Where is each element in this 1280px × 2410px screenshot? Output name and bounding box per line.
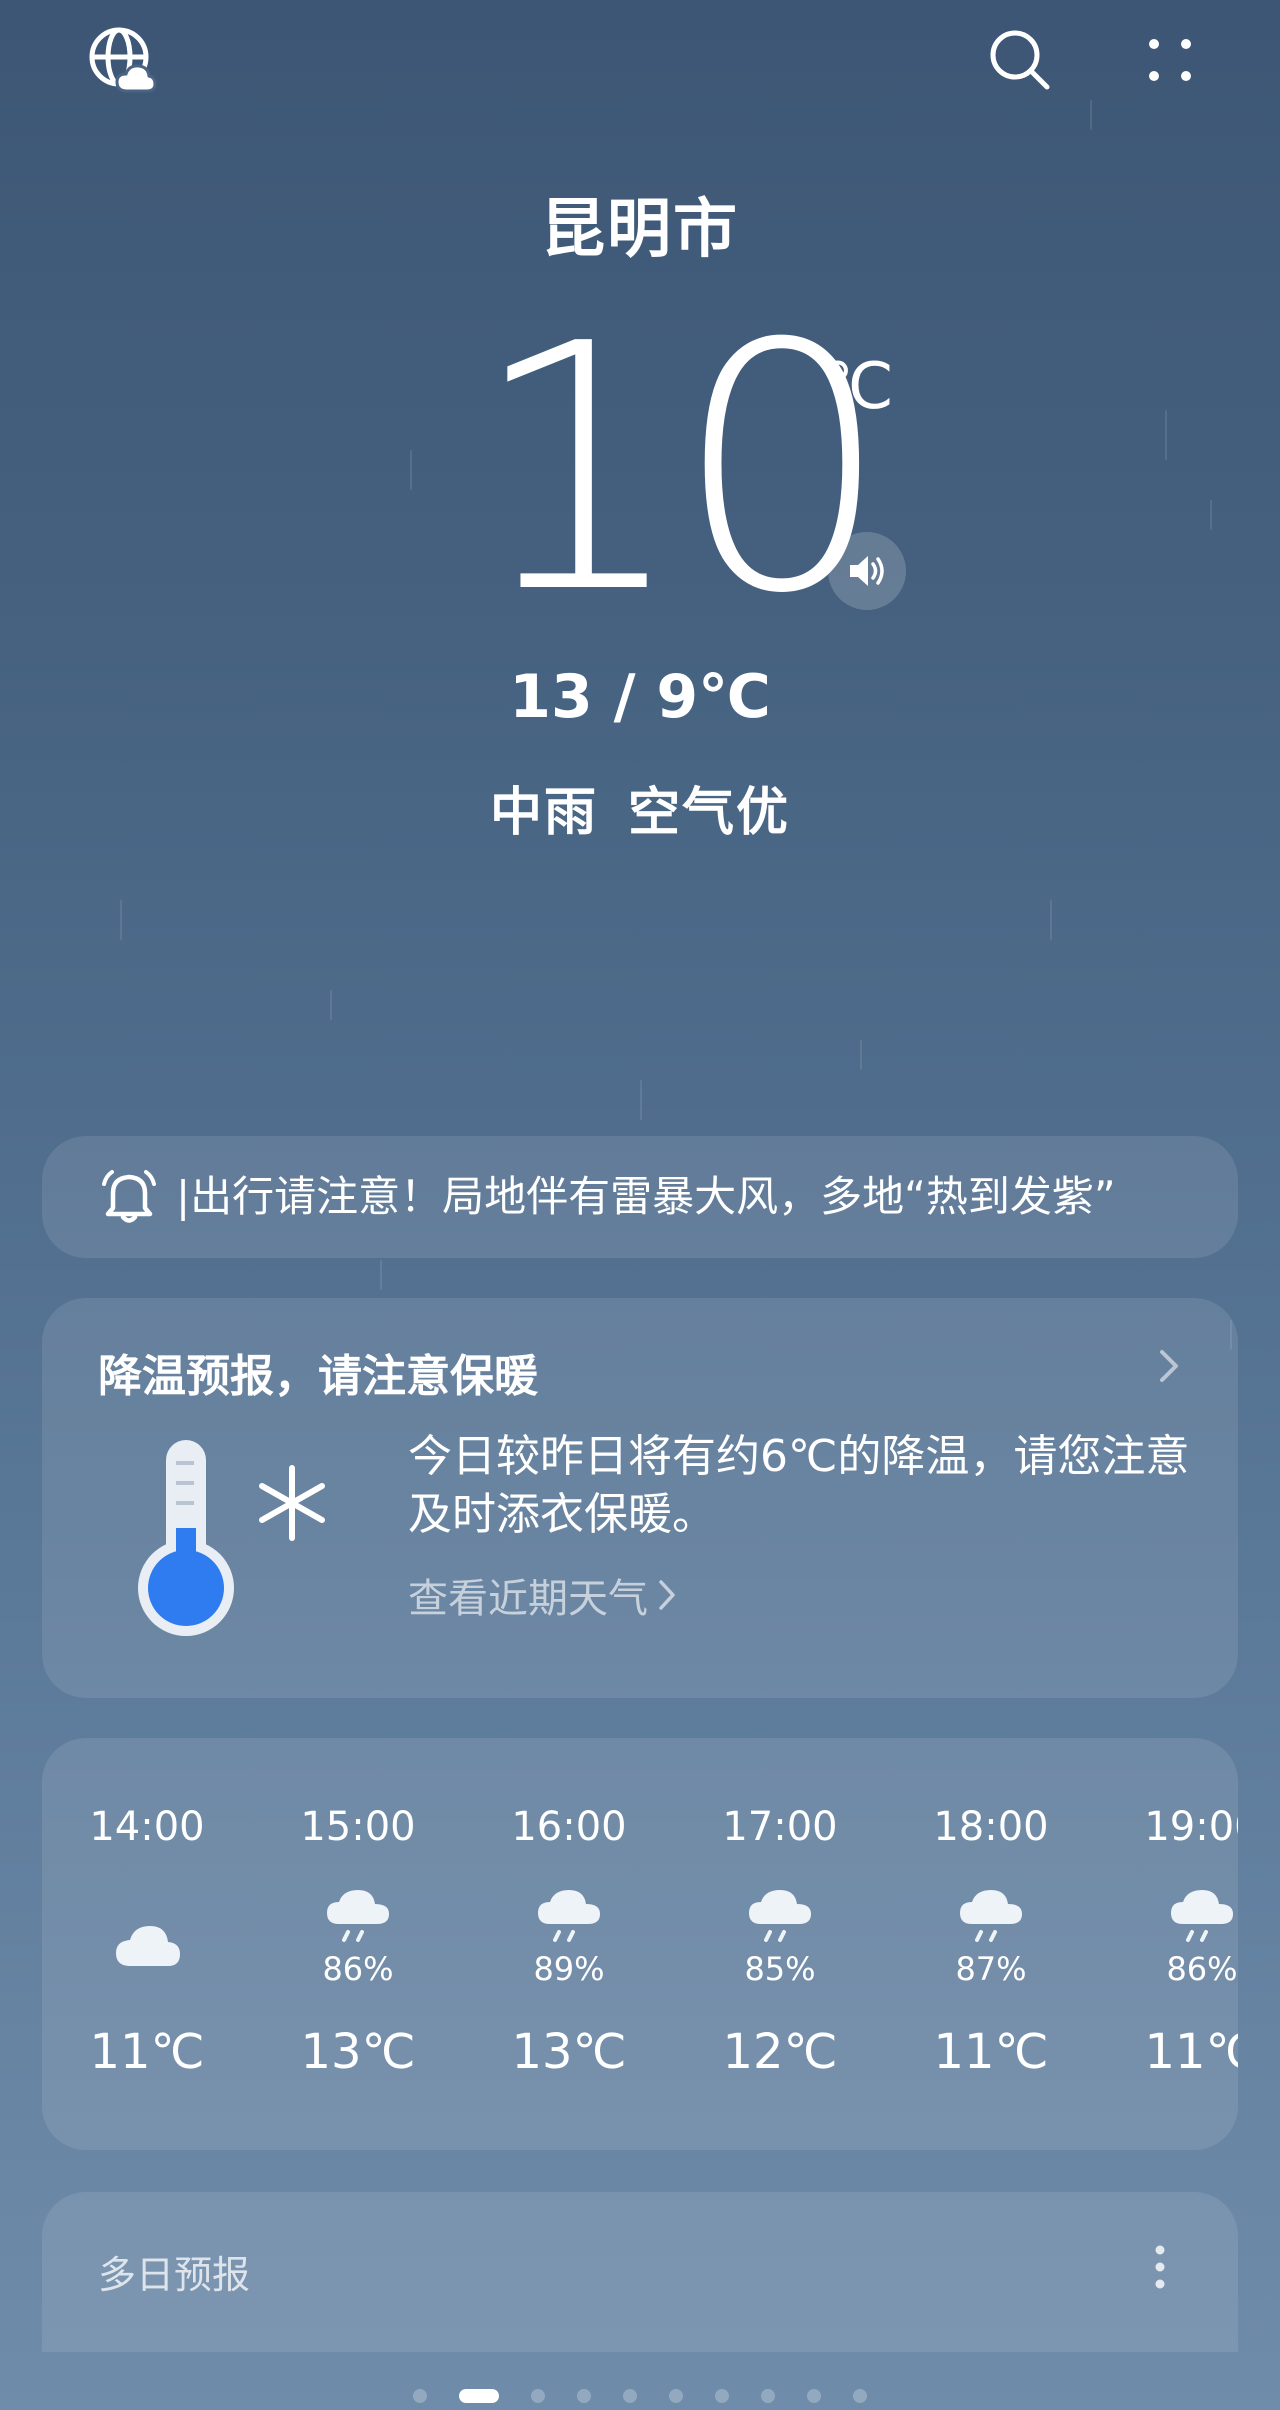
chevron-right-icon[interactable] (1154, 1344, 1184, 1388)
alert-banner[interactable]: |出行请注意！局地伴有雷暴大风，多地“热到发紫” (42, 1136, 1238, 1258)
page-dot[interactable] (413, 2389, 427, 2403)
link-chevron-icon (659, 1580, 675, 1610)
hour-temperature: 13℃ (300, 2024, 416, 2080)
hour-item: 16:00 89% 13℃ (464, 1738, 674, 2150)
page-dot[interactable] (853, 2389, 867, 2403)
hour-time: 14:00 (89, 1804, 205, 1850)
page-dot[interactable] (459, 2389, 499, 2403)
hour-time: 17:00 (722, 1804, 838, 1850)
rain-cloud-icon (743, 1884, 817, 1958)
bell-icon (96, 1164, 162, 1230)
page-dot[interactable] (761, 2389, 775, 2403)
hour-temperature: 13℃ (511, 2024, 627, 2080)
current-temperature: 10 (470, 272, 891, 668)
weather-condition: 中雨 (489, 783, 598, 843)
recent-weather-link[interactable]: 查看近期天气 (408, 1566, 678, 1624)
hour-temperature: 11℃ (933, 2024, 1049, 2080)
page-dot[interactable] (577, 2389, 591, 2403)
cloud-icon (110, 1908, 184, 1982)
hour-item: 17:00 85% 12℃ (675, 1738, 885, 2150)
cooling-description: 今日较昨日将有约6℃的降温，请您注意及时添衣保暖。 (408, 1431, 1190, 1540)
air-quality: 空气优 (628, 783, 791, 843)
page-indicator[interactable] (0, 2382, 1280, 2410)
snowflake-icon (259, 1465, 325, 1541)
rain-cloud-icon (321, 1884, 395, 1958)
hour-time: 15:00 (300, 1804, 416, 1850)
search-icon[interactable] (980, 20, 1060, 100)
precipitation-probability: 86% (1166, 1950, 1238, 1988)
precipitation-probability: 87% (955, 1950, 1027, 1988)
hour-time: 16:00 (511, 1804, 627, 1850)
precipitation-probability: 89% (533, 1950, 605, 1988)
multi-day-forecast-card[interactable]: 多日预报 (42, 2192, 1238, 2352)
page-dot[interactable] (807, 2389, 821, 2403)
rain-cloud-icon (532, 1884, 606, 1958)
hour-time: 18:00 (933, 1804, 1049, 1850)
rain-cloud-icon (954, 1884, 1028, 1958)
condition-summary: 中雨 空气优 (0, 770, 1280, 845)
rain-cloud-icon (1165, 1884, 1238, 1958)
more-dots-icon[interactable] (1130, 20, 1210, 100)
hour-temperature: 11℃ (89, 2024, 205, 2080)
precipitation-probability: 85% (744, 1950, 816, 1988)
hour-item: 18:00 87% 11℃ (886, 1738, 1096, 2150)
cooling-forecast-card[interactable]: 降温预报，请注意保暖 今日较昨日将有约6℃的降温，请您注意及时添衣保暖。 查看近… (42, 1298, 1238, 1698)
globe-cloud-icon[interactable] (82, 20, 162, 100)
cooling-card-title: 降温预报，请注意保暖 (98, 1351, 538, 1402)
hour-temperature: 11℃ (1144, 2024, 1239, 2080)
hourly-forecast-card[interactable]: 14:00 11℃ 15:00 86% 13℃ 16:00 89% 13℃ 17:00 85% 12… (42, 1738, 1238, 2150)
high-low-temperature: 13 / 9℃ (509, 662, 771, 732)
hour-item: 19:00 86% 11℃ (1097, 1738, 1238, 2150)
temperature-unit: ℃ (822, 350, 894, 424)
thermometer-icon (132, 1438, 372, 1638)
recent-weather-link-label: 查看近期天气 (408, 1576, 648, 1622)
hour-temperature: 12℃ (722, 2024, 838, 2080)
top-bar (0, 0, 1280, 120)
page-dot[interactable] (669, 2389, 683, 2403)
hour-time: 19:00 (1144, 1804, 1238, 1850)
page-dot[interactable] (715, 2389, 729, 2403)
speaker-icon[interactable] (828, 532, 906, 610)
vertical-more-icon[interactable] (1154, 2244, 1166, 2290)
hour-item: 14:00 11℃ (42, 1738, 252, 2150)
precipitation-probability: 86% (322, 1950, 394, 1988)
multi-day-title: 多日预报 (98, 2253, 251, 2297)
city-name: 昆明市 (541, 193, 739, 267)
alert-text: |出行请注意！局地伴有雷暴大风，多地“热到发紫” (176, 1172, 1116, 1221)
page-dot[interactable] (623, 2389, 637, 2403)
hour-item: 15:00 86% 13℃ (253, 1738, 463, 2150)
page-dot[interactable] (531, 2389, 545, 2403)
